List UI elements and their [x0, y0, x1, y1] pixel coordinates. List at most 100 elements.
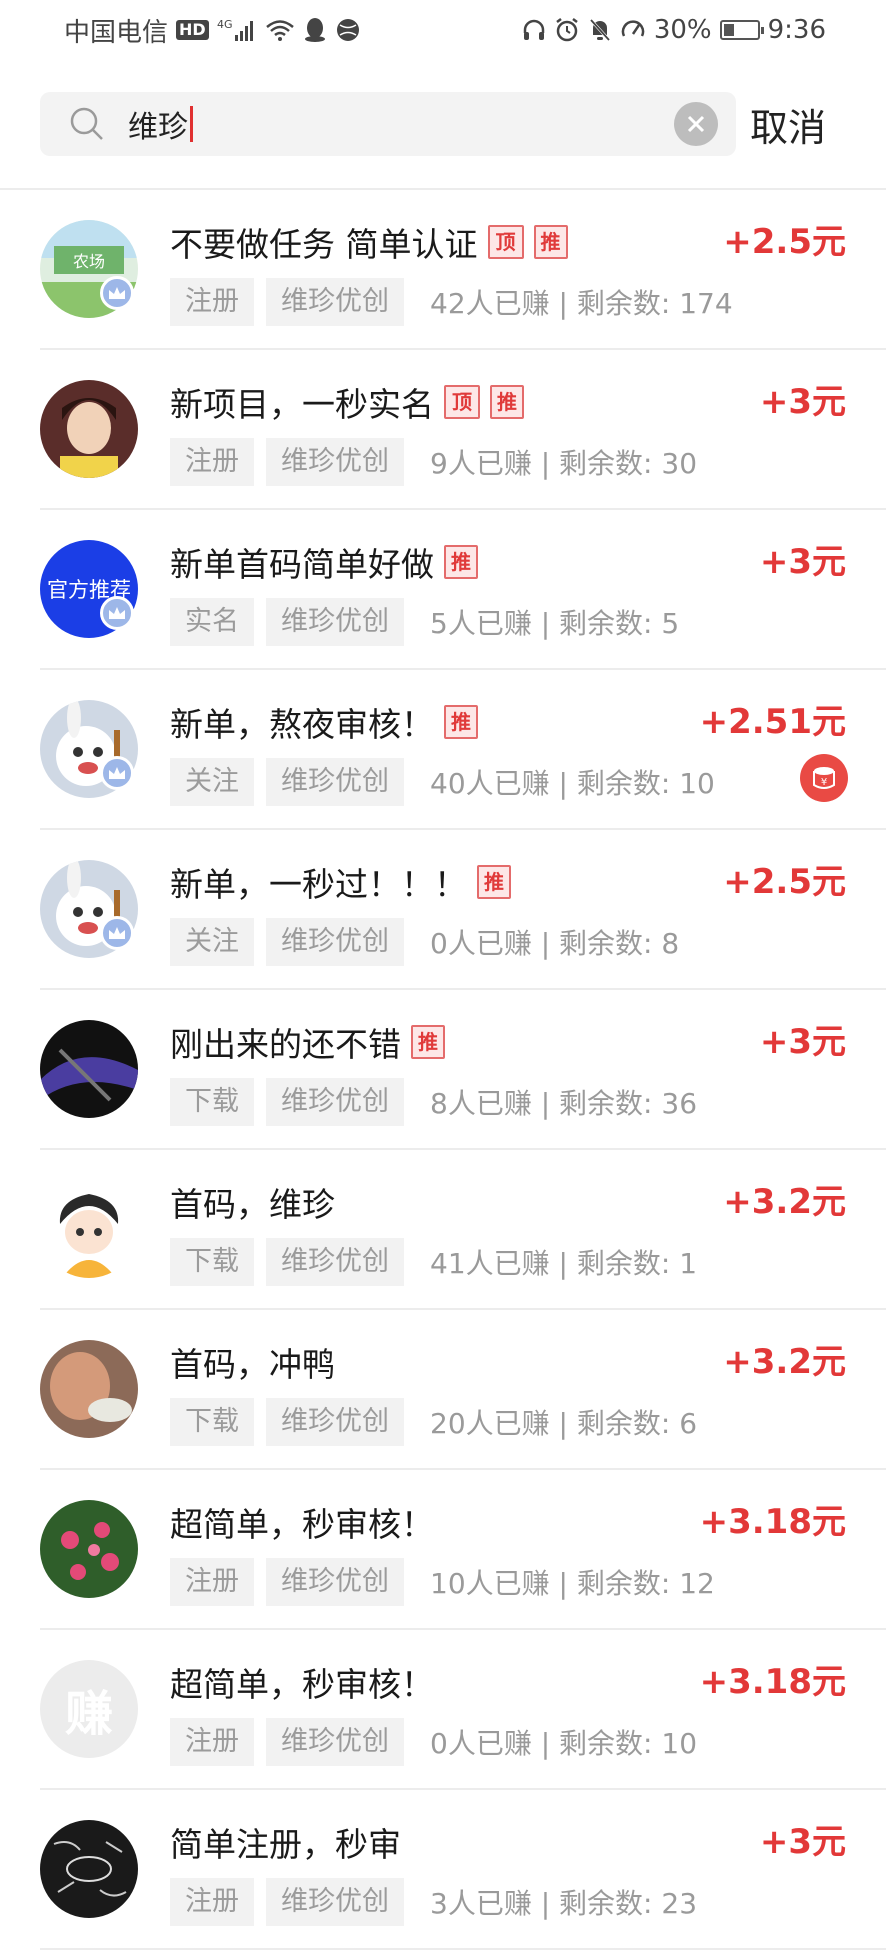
task-source-tag: 维珍优创 [266, 438, 404, 486]
task-avatar: 赚 [40, 1660, 138, 1758]
task-meta-row: 关注 维珍优创 0人已赚 | 剩余数: 8 [170, 918, 679, 966]
task-reward: +3.18元 [699, 1502, 846, 1542]
task-meta-row: 实名 维珍优创 5人已赚 | 剩余数: 5 [170, 598, 679, 646]
task-title: 首码，冲鸭 [170, 1345, 335, 1384]
task-list-item[interactable]: 刚出来的还不错推 +3元 下载 维珍优创 8人已赚 | 剩余数: 36 [40, 990, 886, 1150]
task-reward: +3.18元 [699, 1662, 846, 1702]
task-title: 新项目，一秒实名 [170, 385, 434, 424]
crown-icon [100, 916, 134, 950]
task-type-tag: 注册 [170, 1878, 254, 1926]
task-title: 超简单，秒审核！ [170, 1665, 434, 1704]
close-icon [685, 113, 707, 135]
task-avatar [40, 1500, 138, 1598]
status-right: 30% 9:36 [522, 15, 826, 45]
task-type-tag: 关注 [170, 758, 254, 806]
task-title: 新单，一秒过！！！ [170, 865, 467, 904]
task-avatar [40, 1340, 138, 1438]
task-meta-row: 下载 维珍优创 8人已赚 | 剩余数: 36 [170, 1078, 697, 1126]
task-list-item[interactable]: 赚 超简单，秒审核！ +3.18元注册 维珍优创 0人已赚 | 剩余数: 10 [40, 1630, 886, 1790]
task-title-row: 刚出来的还不错推 [170, 1018, 445, 1066]
recommend-badge: 推 [477, 865, 511, 899]
task-reward: +3元 [759, 1822, 846, 1862]
task-title: 新单首码简单好做 [170, 545, 434, 584]
headphones-icon [522, 18, 546, 42]
svg-text:¥: ¥ [821, 777, 827, 788]
task-title-row: 首码，维珍 [170, 1178, 335, 1226]
battery-icon [719, 20, 764, 40]
task-type-tag: 下载 [170, 1398, 254, 1446]
recommend-badge: 推 [533, 225, 568, 259]
task-meta-row: 注册 维珍优创 3人已赚 | 剩余数: 23 [170, 1878, 697, 1926]
task-source-tag: 维珍优创 [266, 1558, 404, 1606]
clear-search-button[interactable] [674, 102, 718, 146]
task-title-row: 不要做任务 简单认证顶推 [170, 218, 568, 266]
task-stats: 40人已赚 | 剩余数: 10 [430, 767, 715, 800]
task-list-item[interactable]: 简单注册，秒审 +3元注册 维珍优创 3人已赚 | 剩余数: 23 [40, 1790, 886, 1950]
task-source-tag: 维珍优创 [266, 918, 404, 966]
task-meta-row: 注册 维珍优创 0人已赚 | 剩余数: 10 [170, 1718, 697, 1766]
task-list-item[interactable]: 农场 不要做任务 简单认证顶推 +2.5元 注册 维珍优创 42人已赚 | 剩余数: 17… [40, 190, 886, 350]
task-title-row: 超简单，秒审核！ [170, 1658, 434, 1706]
task-stats: 10人已赚 | 剩余数: 12 [430, 1567, 715, 1600]
search-input[interactable]: 维珍 [40, 92, 736, 156]
task-reward: +2.5元 [723, 222, 846, 262]
task-stats: 3人已赚 | 剩余数: 23 [430, 1887, 698, 1920]
task-avatar [40, 1820, 138, 1918]
coin-icon[interactable]: ¥ [800, 754, 848, 802]
task-list: 农场 不要做任务 简单认证顶推 +2.5元 注册 维珍优创 42人已赚 | 剩余数: 17… [0, 190, 886, 1950]
task-list-item[interactable]: 新项目，一秒实名顶推 +3元 注册 维珍优创 9人已赚 | 剩余数: 30 [40, 350, 886, 510]
task-stats: 0人已赚 | 剩余数: 8 [430, 927, 680, 960]
task-title-row: 新项目，一秒实名顶推 [170, 378, 524, 426]
task-stats: 9人已赚 | 剩余数: 30 [430, 447, 698, 480]
task-type-tag: 下载 [170, 1078, 254, 1126]
task-list-item[interactable]: 新单，一秒过！！！ 推 +2.5元 关注 维珍优创 0人已赚 | 剩余数: 8 [40, 830, 886, 990]
task-list-item[interactable]: 官方推荐 新单首码简单好做推 +3元 实名 维珍优创 5人已赚 | 剩余数: 5 [40, 510, 886, 670]
task-title-row: 简单注册，秒审 [170, 1818, 401, 1866]
task-list-item[interactable]: 首码，冲鸭 +3.2元 下载 维珍优创 20人已赚 | 剩余数: 6 [40, 1310, 886, 1470]
task-avatar [40, 1180, 138, 1278]
recommend-badge: 推 [411, 1025, 445, 1059]
task-reward: +3.2元 [723, 1342, 846, 1382]
speed-icon [620, 17, 646, 43]
recommend-badge: 推 [444, 705, 478, 739]
alarm-icon [554, 17, 580, 43]
task-type-tag: 注册 [170, 1718, 254, 1766]
task-source-tag: 维珍优创 [266, 1398, 404, 1446]
network-type: 4G [217, 18, 233, 31]
task-list-item[interactable]: 超简单，秒审核！ +3.18元 注册 维珍优创 10人已赚 | 剩余数: 12 [40, 1470, 886, 1630]
task-meta-row: 下载 维珍优创 20人已赚 | 剩余数: 6 [170, 1398, 697, 1446]
battery-percent: 30% [653, 15, 712, 45]
task-reward: +2.5元 [723, 862, 846, 902]
task-type-tag: 下载 [170, 1238, 254, 1286]
task-reward: +3.2元 [723, 1182, 846, 1222]
hd-badge: HD [176, 20, 209, 40]
task-source-tag: 维珍优创 [266, 1878, 404, 1926]
recommend-badge: 推 [490, 385, 524, 419]
task-meta-row: 下载 维珍优创 41人已赚 | 剩余数: 1 [170, 1238, 697, 1286]
task-avatar [40, 380, 138, 478]
task-stats: 8人已赚 | 剩余数: 36 [430, 1087, 698, 1120]
task-title: 新单，熬夜审核！ [170, 705, 434, 744]
task-source-tag: 维珍优创 [266, 598, 404, 646]
task-stats: 0人已赚 | 剩余数: 10 [430, 1727, 698, 1760]
task-stats: 41人已赚 | 剩余数: 1 [430, 1247, 698, 1280]
task-type-tag: 实名 [170, 598, 254, 646]
task-meta-row: 注册 维珍优创 42人已赚 | 剩余数: 174 [170, 278, 733, 326]
task-meta-row: 注册 维珍优创 9人已赚 | 剩余数: 30 [170, 438, 697, 486]
task-title: 超简单，秒审核！ [170, 1505, 434, 1544]
task-source-tag: 维珍优创 [266, 1718, 404, 1766]
task-list-item[interactable]: 首码，维珍 +3.2元下载 维珍优创 41人已赚 | 剩余数: 1 [40, 1150, 886, 1310]
crown-icon [100, 596, 134, 630]
task-reward: +2.51元 [699, 702, 846, 742]
task-source-tag: 维珍优创 [266, 1238, 404, 1286]
search-icon [68, 105, 106, 143]
task-source-tag: 维珍优创 [266, 1078, 404, 1126]
task-title: 刚出来的还不错 [170, 1025, 401, 1064]
task-title: 不要做任务 简单认证 [170, 225, 478, 264]
cancel-button[interactable]: 取消 [750, 97, 826, 152]
task-list-item[interactable]: 新单，熬夜审核！ 推 +2.51元 关注 维珍优创 40人已赚 | 剩余数: 10 ¥ [40, 670, 886, 830]
status-left: 中国电信 HD 4G [64, 12, 361, 49]
wifi-icon [265, 18, 295, 42]
task-source-tag: 维珍优创 [266, 278, 404, 326]
task-stats: 42人已赚 | 剩余数: 174 [430, 287, 733, 320]
